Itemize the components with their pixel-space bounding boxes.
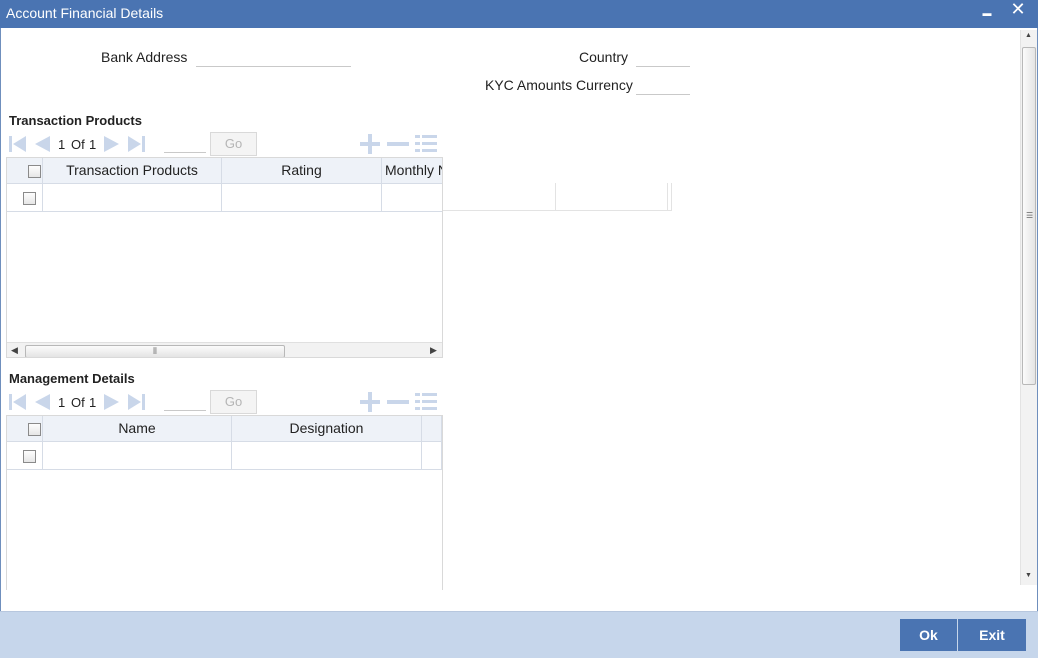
go-button[interactable]: Go: [210, 390, 257, 414]
first-page-icon[interactable]: [8, 134, 28, 154]
select-all-checkbox[interactable]: [28, 165, 41, 178]
scroll-right-icon[interactable]: ▶: [430, 345, 437, 356]
go-button[interactable]: Go: [210, 132, 257, 156]
scroll-up-icon[interactable]: ▲: [1025, 32, 1032, 39]
kyc-currency-field[interactable]: [636, 81, 690, 95]
transaction-product-cell[interactable]: [43, 184, 222, 212]
bank-address-label: Bank Address: [101, 49, 188, 65]
minimize-icon[interactable]: ▬: [977, 0, 997, 22]
designation-cell[interactable]: [232, 442, 422, 470]
column-header[interactable]: Monthly N: [382, 158, 442, 184]
delete-row-icon[interactable]: [385, 390, 411, 414]
first-page-icon[interactable]: [8, 392, 28, 412]
rating-cell[interactable]: [222, 184, 382, 212]
window-title: Account Financial Details: [6, 5, 164, 21]
vertical-scrollbar[interactable]: ▲ ☰ ▼: [1020, 30, 1037, 585]
delete-row-icon[interactable]: [385, 132, 411, 156]
pager-current: 1: [58, 137, 66, 152]
horizontal-scrollbar[interactable]: ◀ ⦀ ▶: [7, 342, 442, 357]
last-page-icon[interactable]: [126, 134, 146, 154]
add-row-icon[interactable]: [357, 132, 383, 156]
management-details-pager: 1 Of 1 Go: [6, 390, 442, 414]
column-header[interactable]: Name: [43, 416, 232, 442]
transaction-products-grid: Transaction Products Rating Monthly N ◀ …: [6, 157, 443, 358]
next-page-icon[interactable]: [102, 392, 122, 412]
pager-current: 1: [58, 395, 66, 410]
last-page-icon[interactable]: [126, 392, 146, 412]
column-header[interactable]: Rating: [222, 158, 382, 184]
add-row-icon[interactable]: [357, 390, 383, 414]
close-icon[interactable]: ✕: [1008, 0, 1028, 21]
previous-page-icon[interactable]: [32, 134, 52, 154]
monthly-cell[interactable]: [382, 184, 442, 212]
scrollbar-thumb[interactable]: ⦀: [25, 345, 285, 357]
ok-button[interactable]: Ok: [900, 619, 957, 651]
footer-bar: Ok Exit: [0, 611, 1038, 658]
bank-address-field[interactable]: [196, 53, 351, 67]
pager-total: 1: [89, 137, 97, 152]
next-page-icon[interactable]: [102, 134, 122, 154]
single-view-icon[interactable]: [413, 390, 439, 414]
country-field[interactable]: [636, 53, 690, 67]
transaction-products-pager: 1 Of 1 Go: [6, 132, 442, 156]
row-checkbox[interactable]: [23, 192, 36, 205]
page-number-input[interactable]: [164, 393, 206, 411]
name-cell[interactable]: [43, 442, 232, 470]
management-details-title: Management Details: [9, 371, 135, 386]
title-bar: Account Financial Details ▬ ✕: [0, 0, 1038, 28]
previous-page-icon[interactable]: [32, 392, 52, 412]
scroll-left-icon[interactable]: ◀: [11, 345, 18, 356]
pager-of-label: Of: [71, 395, 85, 410]
single-view-icon[interactable]: [413, 132, 439, 156]
country-label: Country: [579, 49, 629, 65]
column-header[interactable]: Transaction Products: [43, 158, 222, 184]
exit-button[interactable]: Exit: [958, 619, 1026, 651]
pager-of-label: Of: [71, 137, 85, 152]
page-number-input[interactable]: [164, 135, 206, 153]
kyc-currency-label: KYC Amounts Currency: [485, 77, 633, 93]
management-details-grid: Name Designation: [6, 415, 443, 590]
grip-icon: ☰: [1026, 211, 1034, 220]
row-checkbox[interactable]: [23, 450, 36, 463]
grid-header: Transaction Products Rating Monthly N: [7, 158, 442, 184]
grid-header: Name Designation: [7, 416, 442, 442]
pager-total: 1: [89, 395, 97, 410]
scroll-down-icon[interactable]: ▼: [1025, 572, 1032, 579]
grid-overflow-row: [443, 183, 672, 211]
scrollbar-thumb[interactable]: ☰: [1022, 47, 1036, 385]
column-header[interactable]: Designation: [232, 416, 422, 442]
select-all-checkbox[interactable]: [28, 423, 41, 436]
transaction-products-title: Transaction Products: [9, 113, 142, 128]
